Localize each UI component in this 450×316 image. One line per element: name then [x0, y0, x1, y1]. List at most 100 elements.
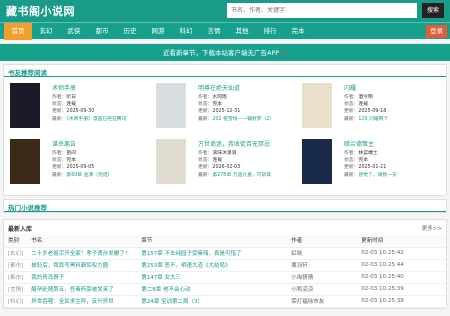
book-author: 滚味沐漢涧: [212, 151, 237, 156]
row-title[interactable]: 被贬后，我靠写黑料霸惊权力圈: [27, 259, 138, 272]
book-update: 2025-09-18: [358, 109, 387, 115]
row-author: 荣灯福徐市友: [287, 295, 358, 308]
row-title[interactable]: 异世吞噬：全民求生异，反升异世: [27, 295, 138, 308]
book-latest-chapter[interactable]: 感觉了，请我一天: [358, 173, 396, 178]
book-author: 水阿雨: [212, 95, 227, 100]
app-notice[interactable]: 近看新章节，下载本站客户端无广告APP!!!: [0, 43, 450, 61]
row-chapter[interactable]: 第253章 恶不，明速大道《大结局》: [137, 259, 288, 272]
latest-label: 最新：: [52, 116, 67, 122]
row-category[interactable]: [玄幻]: [4, 247, 28, 260]
row-category[interactable]: [言情]: [4, 283, 28, 296]
row-title[interactable]: 醒孕赴随赘五，吾毒药豪被发芙了: [27, 283, 138, 296]
book-author: 听日: [66, 95, 77, 100]
nav-item-lishi[interactable]: 历史: [116, 23, 144, 40]
book-latest-chapter[interactable]: 202 枢雪线——镇封梦（2）: [212, 117, 274, 122]
search-button[interactable]: 搜索: [422, 3, 444, 18]
latest-label: 最新：: [52, 172, 67, 178]
latest-section: 最新入库 更多>> 类别 书名 章节 作者 更新时间 [玄幻] 二十岁老祖宗开全…: [3, 219, 447, 309]
more-link[interactable]: 更多>>: [422, 224, 442, 232]
row-chapter[interactable]: 第147章 女大三: [137, 271, 288, 284]
table-header-row: 类别 书名 章节 作者 更新时间: [4, 234, 446, 248]
book-title[interactable]: 术师手册: [52, 83, 152, 92]
latest-title: 最新入库: [8, 226, 33, 233]
book-cover[interactable]: [302, 139, 332, 184]
book-cover[interactable]: [156, 139, 186, 184]
col-header-category: 类别: [4, 234, 28, 248]
book-status: 连载: [212, 158, 223, 164]
book-update: 2025-01-21: [358, 165, 387, 171]
row-time: 02-03 10:25:39: [357, 295, 446, 308]
book-cover[interactable]: [156, 83, 186, 128]
status-label: 状态：: [344, 102, 359, 108]
latest-label: 最新：: [198, 116, 213, 122]
col-header-author: 作者: [287, 234, 358, 248]
nav-item-wanben[interactable]: 完本: [284, 23, 312, 40]
hot-title: 热门小说推荐: [4, 200, 446, 212]
update-label: 更新：: [198, 109, 213, 115]
row-category[interactable]: [都市]: [4, 271, 28, 284]
row-category[interactable]: [都市]: [4, 259, 28, 272]
table-row: [言情] 醒孕赴随赘五，吾毒药豪被发芙了 第二8章 他不会心动 小鸭涼涼 02-…: [4, 283, 446, 296]
nav-item-yanqing[interactable]: 言情: [200, 23, 228, 40]
nav-item-wuxia[interactable]: 武侠: [60, 23, 88, 40]
book-status: 连载: [358, 102, 369, 108]
book-card: 万世诡迷，我收徒百无禁忌 作者：滚味沐漢涧 状态：连载 更新：2026-02-0…: [156, 139, 301, 189]
recommend-title: 书友推荐阅读: [4, 65, 446, 77]
book-title[interactable]: 闪耀: [344, 83, 444, 92]
book-title[interactable]: 谋杀离告: [52, 139, 152, 148]
book-cover[interactable]: [302, 83, 332, 128]
book-card: 明尊在绝天仙道 作者：水阿雨 状态：完本 更新：2025-12-31 最新：20…: [156, 83, 301, 133]
book-author: 苗间: [66, 151, 77, 156]
book-title[interactable]: 万世诡迷，我收徒百无禁忌: [198, 139, 298, 148]
author-label: 作者：: [198, 151, 213, 156]
book-title[interactable]: 明尊在绝天仙道: [198, 83, 298, 92]
author-label: 作者：: [52, 95, 67, 100]
row-time: 02-03 10:25:39: [357, 283, 446, 296]
col-header-time: 更新时间: [357, 234, 446, 248]
nav-item-wangyou[interactable]: 网游: [144, 23, 172, 40]
update-label: 更新：: [344, 109, 359, 115]
book-update: 2026-02-03: [212, 165, 241, 171]
book-latest-chapter[interactable]: 120 闪耀网下: [358, 117, 388, 122]
row-time: 02-03 10:25:40: [357, 271, 446, 284]
nav-item-paihang[interactable]: 排行: [256, 23, 284, 40]
table-row: [都市] 我的青岛猴子 第147章 女大三 小淘猜猜 02-03 10:25:4…: [4, 271, 446, 284]
book-update: 2025-12-31: [212, 109, 241, 115]
book-card: 闪耀 作者：酒今明 状态：连载 更新：2025-09-18 最新：120 闪耀网…: [302, 83, 447, 133]
hot-section: 热门小说推荐: [3, 199, 447, 213]
author-label: 作者：: [198, 95, 213, 100]
row-title[interactable]: 二十岁老祖宗开全家！孝子贤孙发癫了！: [27, 247, 138, 260]
book-latest-chapter[interactable]: 第60章 查演（完结）: [66, 173, 112, 178]
latest-table: 类别 书名 章节 作者 更新时间 [玄幻] 二十岁老祖宗开全家！孝子贤孙发癫了！…: [4, 234, 446, 308]
nav-item-kehuan[interactable]: 科幻: [172, 23, 200, 40]
book-latest-chapter[interactable]: 第278章 万道九重，可斩其: [212, 173, 271, 178]
nav-item-xuanhuan[interactable]: 玄幻: [32, 23, 60, 40]
top-bar: 藏书阁小说网 搜索: [0, 0, 450, 22]
book-card: 暗兰德策主 作者：林菜端士 状态：完本 更新：2025-01-21 最新：感觉了…: [302, 139, 447, 189]
search-input[interactable]: [227, 3, 417, 18]
book-title[interactable]: 暗兰德策主: [344, 139, 444, 148]
row-category[interactable]: [科幻]: [4, 295, 28, 308]
row-chapter[interactable]: 第二8章 他不会心动: [137, 283, 288, 296]
row-chapter[interactable]: 第24章 宝训第二周（3）: [137, 295, 288, 308]
table-row: [都市] 被贬后，我靠写黑料霸惊权力圈 第253章 恶不，明速大道《大结局》 薰…: [4, 259, 446, 272]
latest-label: 最新：: [344, 172, 359, 178]
book-status: 完本: [212, 102, 223, 108]
nav-item-dushi[interactable]: 都市: [88, 23, 116, 40]
nav-item-home[interactable]: 首页: [4, 22, 32, 40]
status-label: 状态：: [52, 102, 67, 108]
table-row: [玄幻] 二十岁老祖宗开全家！孝子贤孙发癫了！ 第157章 不去纯园子受嘛嗨，真…: [4, 247, 446, 260]
book-cover[interactable]: [10, 83, 40, 128]
status-label: 状态：: [198, 158, 213, 164]
row-chapter[interactable]: 第157章 不去纯园子受嘛嗨，真是可惜了: [137, 247, 288, 260]
row-title[interactable]: 我的青岛猴子: [27, 271, 138, 284]
book-latest-chapter[interactable]: 《术师手册》漫画已经在腾讯: [66, 117, 126, 122]
nav-item-qita[interactable]: 其他: [228, 23, 256, 40]
book-cover[interactable]: [10, 139, 40, 184]
site-logo[interactable]: 藏书阁小说网: [6, 3, 75, 19]
login-button[interactable]: 登录: [426, 25, 447, 38]
latest-label: 最新：: [344, 116, 359, 122]
latest-label: 最新：: [198, 172, 213, 178]
row-author: 小淘猜猜: [287, 271, 358, 284]
row-author: 小鸭涼涼: [287, 283, 358, 296]
